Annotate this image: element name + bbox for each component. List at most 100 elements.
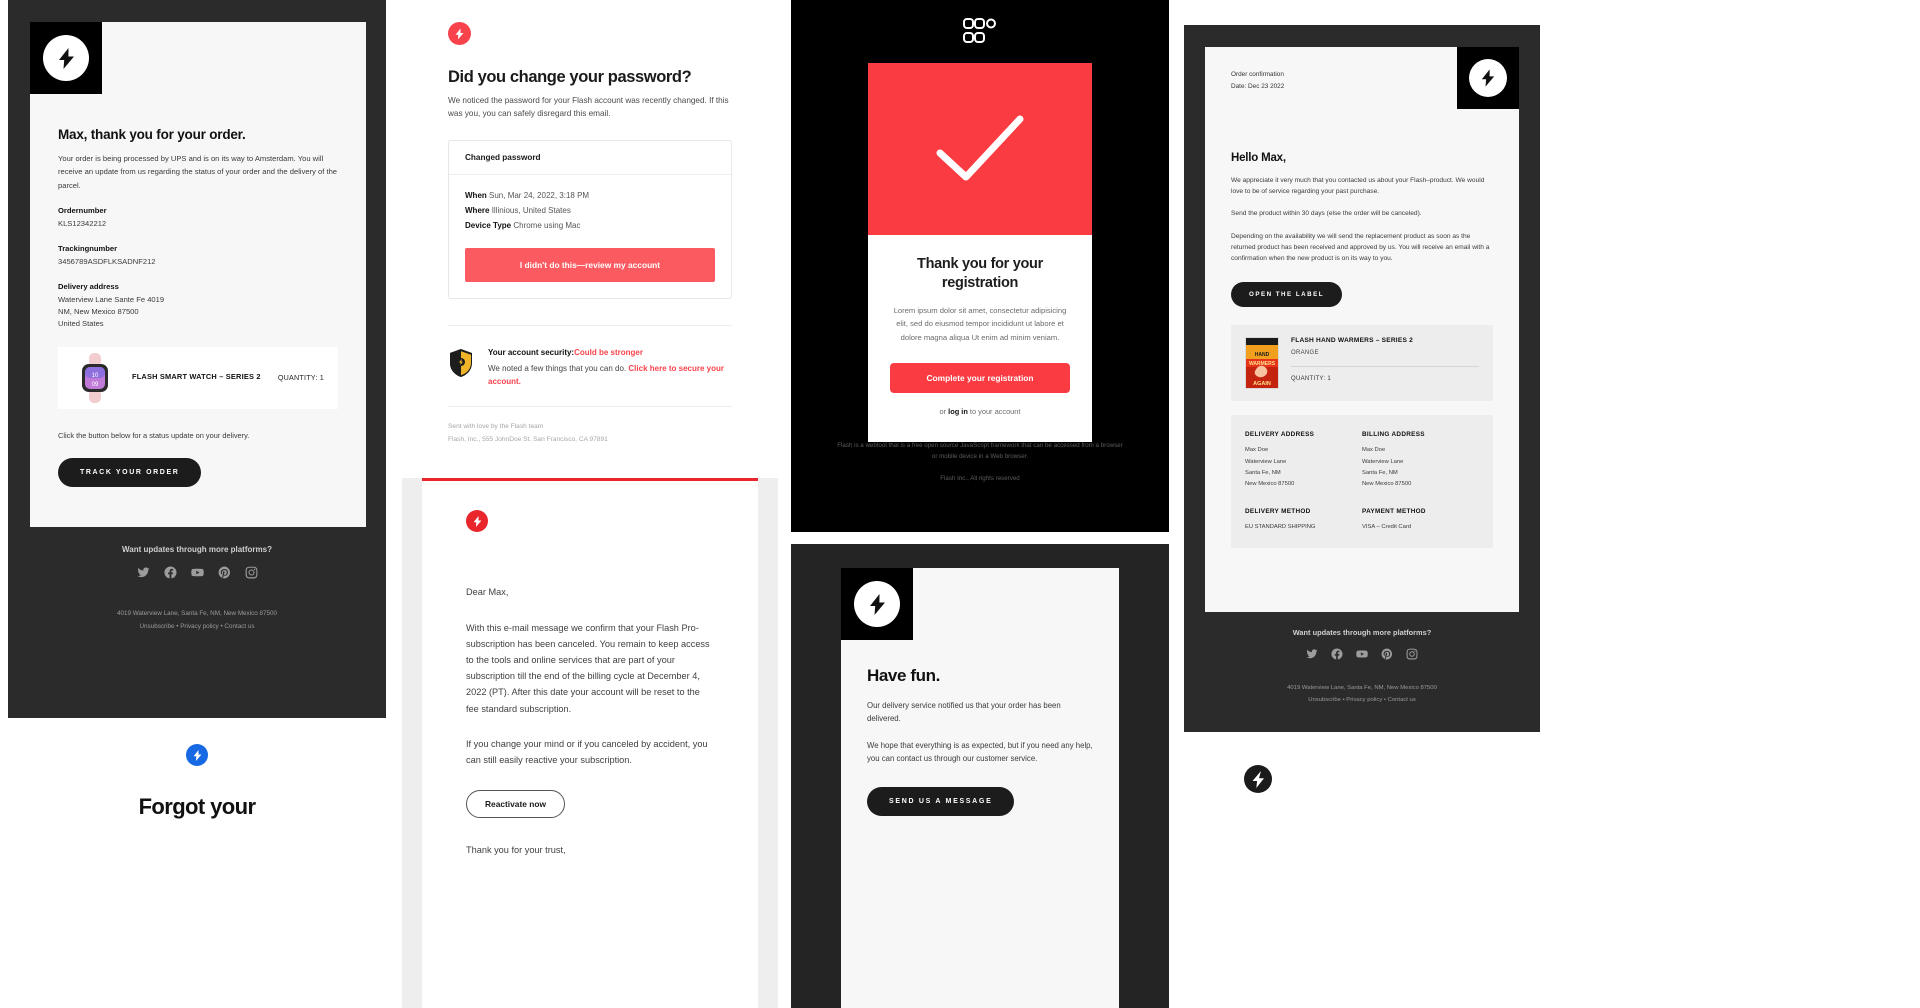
password-subtitle: We noticed the password for your Flash a… xyxy=(448,96,729,118)
delivered-paragraph-2: We hope that everything is as expected, … xyxy=(867,740,1093,763)
footer-divider xyxy=(448,406,732,408)
delivery-address-label: Delivery address xyxy=(58,282,119,292)
brand-logo-box xyxy=(1457,47,1519,109)
detail-label: When xyxy=(465,191,487,201)
delivery-address-block: DELIVERY ADDRESS Max Doe Waterview Lane … xyxy=(1245,431,1362,490)
detail-row-when: When Sun, Mar 24, 2022, 3:18 PM xyxy=(465,189,715,204)
page-title: Did you change your password? xyxy=(448,68,692,86)
block-heading: DELIVERY METHOD xyxy=(1245,508,1311,516)
payment-method-block: PAYMENT METHOD VISA – Credit Card xyxy=(1362,508,1479,533)
login-link[interactable]: log in xyxy=(948,407,968,416)
pinterest-icon[interactable] xyxy=(1381,648,1393,660)
hand-warmers-product-image: HAND WARMERS AGAIN xyxy=(1245,337,1279,390)
disclaimer-text: Flash is a webtool that is a free open s… xyxy=(837,442,1123,461)
ordernumber-label: Ordernumber xyxy=(58,205,107,215)
meta-title: Order confirmation xyxy=(1231,71,1284,78)
brand-logo-box xyxy=(841,568,913,640)
block-lines: VISA – Credit Card xyxy=(1362,522,1479,533)
greeting: Dear Max, xyxy=(466,587,509,597)
product-row: 10 09 FLASH SMART WATCH – SERIES 2 QUANTI… xyxy=(58,346,338,409)
login-prefix: or xyxy=(939,406,949,416)
panel-details: When Sun, Mar 24, 2022, 3:18 PM Where Il… xyxy=(449,175,731,245)
page-title: Max, thank you for your order. xyxy=(58,127,246,142)
detail-label: Where xyxy=(465,206,490,216)
footer-address: 4019 Waterview Lane, Santa Fe, NM, New M… xyxy=(116,610,278,617)
open-the-label-button[interactable]: OPEN THE LABEL xyxy=(1231,282,1342,308)
registration-card: Thank you for your registration Lorem ip… xyxy=(868,63,1092,442)
social-links xyxy=(1184,648,1540,660)
ordernumber-value: KLS12342212 xyxy=(58,218,107,228)
detail-value: Illinious, United States xyxy=(491,206,571,216)
twitter-icon[interactable] xyxy=(137,566,150,579)
send-us-a-message-button[interactable]: SEND US A MESSAGE xyxy=(867,787,1015,817)
address-line: Waterview Lane xyxy=(1362,458,1404,465)
footer-links[interactable]: Unsubscribe • Privacy policy • Contact u… xyxy=(8,620,386,633)
lightning-bolt-icon xyxy=(1481,69,1495,87)
method-line: VISA – Credit Card xyxy=(1362,524,1411,531)
pinterest-icon[interactable] xyxy=(218,566,231,579)
password-change-email: Did you change your password? We noticed… xyxy=(402,0,778,472)
detail-row-device: Device Type Chrome using Mac xyxy=(465,219,715,234)
top-accent-bar xyxy=(422,478,758,481)
youtube-icon[interactable] xyxy=(190,566,204,579)
review-my-account-button[interactable]: I didn't do this—review my account xyxy=(465,247,715,282)
flash-logo-dark-fragment xyxy=(1244,765,1272,793)
lightning-bolt-icon xyxy=(455,27,464,40)
forgot-password-fragment: Forgot your xyxy=(8,718,386,1008)
delivery-address-line-2: NM, New Mexico 87500 xyxy=(58,307,139,317)
track-your-order-button[interactable]: TRACK YOUR ORDER xyxy=(58,457,202,487)
product-quantity: QUANTITY: 1 xyxy=(277,373,324,383)
status-note: Click the button below for a status upda… xyxy=(58,430,250,440)
facebook-icon[interactable] xyxy=(1331,648,1343,660)
shield-icon xyxy=(448,348,474,378)
order-thankyou-email: Max, thank you for your order. Your orde… xyxy=(8,0,386,810)
page-title: Have fun. xyxy=(867,666,940,685)
address-line: Santa Fe, NM xyxy=(1245,469,1281,476)
delivery-address-line-1: Waterview Lane Sante Fe 4019 xyxy=(58,295,165,305)
block-heading: PAYMENT METHOD xyxy=(1362,508,1426,516)
footer-links[interactable]: Unsubscribe • Privacy policy • Contact u… xyxy=(1184,694,1540,706)
reactivate-now-button[interactable]: Reactivate now xyxy=(466,789,565,818)
order-confirmation-email: Order confirmation Date: Dec 23 2022 Hel… xyxy=(1184,25,1540,732)
footer-title: Want updates through more platforms? xyxy=(1292,628,1432,637)
sent-by-footer: Sent with love by the Flash team Flash, … xyxy=(448,421,732,445)
delivered-card: Have fun. Our delivery service notified … xyxy=(841,568,1119,1008)
footer-title: Want updates through more platforms? xyxy=(122,545,272,554)
address-method-grid: DELIVERY ADDRESS Max Doe Waterview Lane … xyxy=(1231,415,1493,548)
flash-logo-circle xyxy=(854,581,900,627)
twitter-icon[interactable] xyxy=(1306,648,1318,660)
facebook-icon[interactable] xyxy=(163,566,177,579)
flash-logo-red xyxy=(466,510,488,532)
order-meta: Order confirmation Date: Dec 23 2022 xyxy=(1231,69,1284,93)
complete-registration-button[interactable]: Complete your registration xyxy=(890,362,1070,393)
detail-label: Device Type xyxy=(465,221,512,230)
flash-logo-circle xyxy=(43,35,89,81)
product-variant: ORANGE xyxy=(1291,350,1319,357)
account-security-row: Your account security:Could be stronger … xyxy=(448,326,732,389)
subscription-canceled-email: Dear Max, With this e-mail message we co… xyxy=(402,478,778,1008)
security-title-label: Your account security: xyxy=(488,347,575,357)
address-line: Waterview Lane xyxy=(1245,458,1287,465)
order-email-footer: Want updates through more platforms? 401… xyxy=(8,545,386,633)
security-text-plain: We noted a few things that you can do. xyxy=(488,363,629,373)
product-name: FLASH HAND WARMERS – SERIES 2 xyxy=(1291,337,1413,345)
social-links xyxy=(8,566,386,579)
changed-password-panel: Changed password When Sun, Mar 24, 2022,… xyxy=(448,140,732,299)
trackingnumber-label: Trackingnumber xyxy=(58,243,118,253)
order-intro-text: Your order is being processed by UPS and… xyxy=(58,154,338,190)
detail-value: Chrome using Mac xyxy=(513,221,581,230)
youtube-icon[interactable] xyxy=(1356,648,1368,660)
login-suffix: to your account xyxy=(967,406,1021,416)
block-lines: Max Doe Waterview Lane Santa Fe, NM New … xyxy=(1362,445,1479,490)
address-line: New Mexico 87500 xyxy=(1245,481,1295,488)
lightning-bolt-icon xyxy=(58,47,74,69)
order-email-card: Max, thank you for your order. Your orde… xyxy=(30,22,366,527)
instagram-icon[interactable] xyxy=(245,566,258,579)
product-quantity: QUANTITY: 1 xyxy=(1291,376,1331,383)
lightning-bolt-icon xyxy=(193,749,201,761)
svg-text:AGAIN: AGAIN xyxy=(1253,381,1271,387)
footer-address: 4019 Waterview Lane, Santa Fe, NM, New M… xyxy=(1287,685,1437,691)
instagram-icon[interactable] xyxy=(1406,648,1418,660)
product-divider xyxy=(1291,366,1479,368)
success-hero xyxy=(868,63,1092,235)
